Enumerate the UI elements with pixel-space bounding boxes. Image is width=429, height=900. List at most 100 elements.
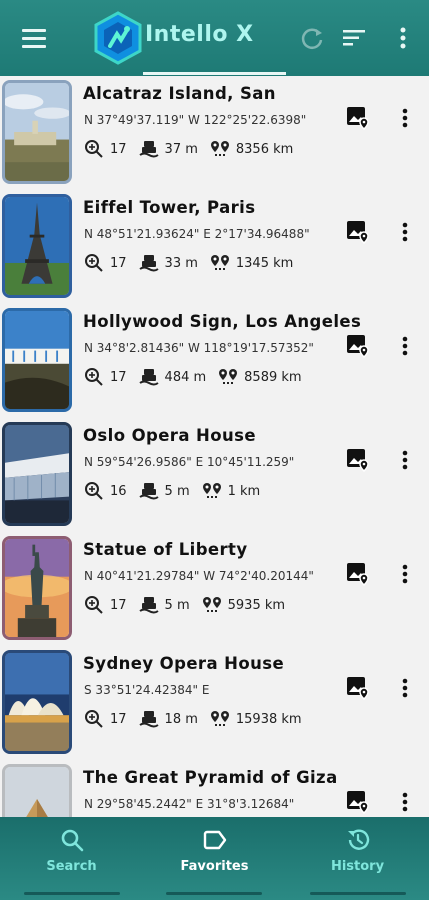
tab-label: Favorites [180,859,249,874]
list-item[interactable]: Eiffel Tower, Paris N 48°51'21.93624" E … [0,190,429,304]
show-on-map-icon[interactable] [346,448,370,472]
place-name: Oslo Opera House [83,426,256,445]
place-coordinates: N 59°54'26.9586" E 10°45'11.259" [84,455,295,469]
altitude-value: 484 m [164,369,207,385]
zoom-level: 17 [110,255,127,271]
item-more-icon[interactable] [396,676,414,700]
sort-icon[interactable] [340,24,368,52]
place-coordinates: N 40°41'21.29784" W 74°2'40.20144" [84,569,314,583]
label-tag-icon [203,830,226,850]
list-item[interactable]: Oslo Opera House N 59°54'26.9586" E 10°4… [0,418,429,532]
zoom-icon [85,140,103,158]
altitude-value: 5 m [164,483,190,499]
overflow-menu-icon[interactable] [389,24,417,52]
place-name: Statue of Liberty [83,540,248,559]
favorites-list[interactable]: Alcatraz Island, San N 37°49'37.119" W 1… [0,76,429,817]
tab-label: Search [46,859,97,874]
distance-value: 8356 km [235,141,294,157]
distance-icon [202,597,221,612]
place-name: The Great Pyramid of Giza [83,768,338,787]
place-name: Sydney Opera House [83,654,285,673]
altitude-value: 33 m [164,255,198,271]
place-stats: 17 484 m 8589 km [84,367,314,387]
place-stats: 16 5 m 1 km [84,481,272,501]
altitude-icon [138,483,159,500]
place-name: Hollywood Sign, Los Angeles [83,312,362,331]
bottom-navigation: Search Favorites History [0,817,429,900]
history-icon [347,829,369,850]
zoom-level: 17 [110,711,127,727]
show-on-map-icon[interactable] [346,676,370,700]
tab-label: History [330,859,385,874]
altitude-icon [138,369,159,386]
app-bar: Intello X [0,0,429,76]
place-name: Eiffel Tower, Paris [83,198,256,217]
altitude-icon [138,141,159,158]
list-item[interactable]: Hollywood Sign, Los Angeles N 34°8'2.814… [0,304,429,418]
place-stats: 17 18 m 15938 km [84,709,314,729]
distance-icon [210,255,229,270]
item-more-icon[interactable] [396,334,414,358]
zoom-level: 16 [110,483,127,499]
tab-search[interactable]: Search [0,827,143,874]
item-more-icon[interactable] [396,562,414,586]
list-item[interactable]: Alcatraz Island, San N 37°49'37.119" W 1… [0,76,429,190]
place-coordinates: N 37°49'37.119" W 122°25'22.6398" [84,113,307,127]
thumbnail-image [2,422,72,526]
thumbnail-image [2,536,72,640]
place-stats: 17 33 m 1345 km [84,253,305,273]
thumbnail-image [2,194,72,298]
place-stats: 17 5 m 5935 km [84,595,297,615]
item-more-icon[interactable] [396,220,414,244]
zoom-icon [85,368,103,386]
list-item[interactable]: Statue of Liberty N 40°41'21.29784" W 74… [0,532,429,646]
place-coordinates: N 34°8'2.81436" W 118°19'17.57352" [84,341,314,355]
zoom-icon [85,596,103,614]
thumbnail-image [2,650,72,754]
search-icon [61,829,83,852]
altitude-icon [138,597,159,614]
distance-value: 5935 km [227,597,286,613]
item-more-icon[interactable] [396,790,414,814]
thumbnail-image [2,764,72,817]
thumbnail-image [2,308,72,412]
app-logo-icon [94,11,142,65]
place-name: Alcatraz Island, San [83,84,276,103]
altitude-value: 18 m [164,711,198,727]
tab-divider [24,892,120,895]
show-on-map-icon[interactable] [346,334,370,358]
list-item[interactable]: Sydney Opera House S 33°51'24.42384" E 1… [0,646,429,760]
altitude-value: 37 m [164,141,198,157]
item-more-icon[interactable] [396,448,414,472]
app-title: Intello X [145,22,254,47]
place-stats: 17 37 m 8356 km [84,139,305,159]
refresh-icon[interactable] [298,24,326,52]
zoom-icon [85,254,103,272]
distance-value: 8589 km [244,369,302,385]
show-on-map-icon[interactable] [346,790,370,814]
thumbnail-image [2,80,72,184]
distance-value: 1 km [227,483,261,499]
distance-icon [219,369,238,384]
altitude-value: 5 m [164,597,190,613]
place-coordinates: S 33°51'24.42384" E [84,683,210,697]
zoom-icon [85,482,103,500]
item-more-icon[interactable] [396,106,414,130]
distance-value: 1345 km [235,255,294,271]
show-on-map-icon[interactable] [346,562,370,586]
zoom-icon [85,710,103,728]
tab-favorites[interactable]: Favorites [143,827,286,874]
list-item[interactable]: The Great Pyramid of Giza N 29°58'45.244… [0,760,429,817]
place-coordinates: N 29°58'45.2442" E 31°8'3.12684" [84,797,295,811]
zoom-level: 17 [110,369,127,385]
hamburger-menu-icon[interactable] [20,26,50,50]
distance-icon [202,483,221,498]
tab-divider [166,892,262,895]
show-on-map-icon[interactable] [346,220,370,244]
distance-icon [210,711,229,726]
tab-history[interactable]: History [286,827,429,874]
distance-value: 15938 km [235,711,302,727]
altitude-icon [138,711,159,728]
show-on-map-icon[interactable] [346,106,370,130]
zoom-level: 17 [110,141,127,157]
